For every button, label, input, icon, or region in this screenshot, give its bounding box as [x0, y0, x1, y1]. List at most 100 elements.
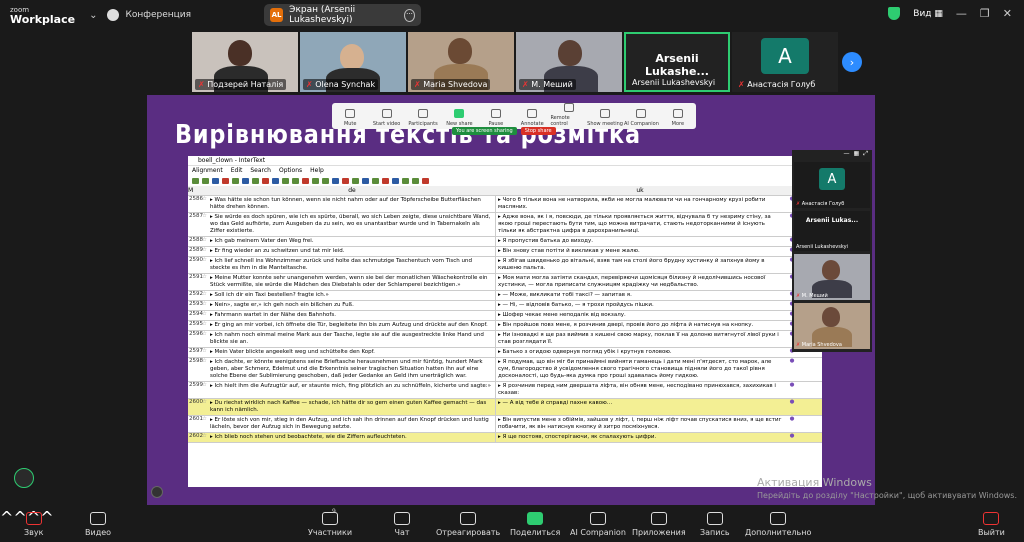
- tool-icon[interactable]: [322, 178, 329, 184]
- menu-options[interactable]: Options: [279, 166, 302, 176]
- alignment-row[interactable]: 2598 ☆ ▸ Ich dachte, er könnte wenigstens …: [188, 358, 822, 382]
- tool-icon[interactable]: [202, 178, 209, 184]
- tool-icon[interactable]: [382, 178, 389, 184]
- tool-icon[interactable]: [372, 178, 379, 184]
- tool-icon[interactable]: [292, 178, 299, 184]
- ai-companion-button[interactable]: AI Companion: [570, 508, 626, 537]
- tool-icon[interactable]: [212, 178, 219, 184]
- tool-icon[interactable]: [222, 178, 229, 184]
- tool-icon[interactable]: [312, 178, 319, 184]
- tool-icon[interactable]: [282, 178, 289, 184]
- tool-icon[interactable]: [422, 178, 429, 184]
- tb-show-meeting[interactable]: Show meeting: [587, 103, 623, 129]
- row-marker[interactable]: ●: [784, 433, 800, 442]
- tool-icon[interactable]: [352, 178, 359, 184]
- record-button[interactable]: Запись: [700, 508, 730, 537]
- participant-tile[interactable]: ✗ Olena Synchak: [300, 32, 406, 92]
- menu-edit[interactable]: Edit: [231, 166, 243, 176]
- participant-tile[interactable]: ✗ М. Меший: [516, 32, 622, 92]
- shield-icon[interactable]: [888, 7, 901, 20]
- chevron-up-icon[interactable]: ^: [0, 508, 13, 527]
- restore-icon[interactable]: ❐: [980, 7, 990, 20]
- tool-icon[interactable]: [192, 178, 199, 184]
- row-marker[interactable]: ●: [784, 399, 800, 415]
- tool-icon[interactable]: [252, 178, 259, 184]
- tool-icon[interactable]: [242, 178, 249, 184]
- side-tile[interactable]: Arsenii Lukas... Arsenii Lukashevskyi: [794, 211, 870, 251]
- menu-search[interactable]: Search: [250, 166, 271, 176]
- tb-ai-companion[interactable]: AI Companion: [623, 103, 659, 129]
- participants-button[interactable]: 9 Участники: [308, 508, 352, 537]
- grid-icon[interactable]: ▦: [854, 150, 860, 160]
- share-button[interactable]: Поделиться: [510, 508, 560, 537]
- tool-icon[interactable]: [302, 178, 309, 184]
- tool-icon[interactable]: [272, 178, 279, 184]
- tool-icon[interactable]: [342, 178, 349, 184]
- tb-annotate[interactable]: Annotate: [514, 103, 550, 129]
- tool-icon[interactable]: [232, 178, 239, 184]
- alignment-row[interactable]: 2588 ☆ ▸ Ich gab meinem Vater den Weg frei…: [188, 237, 822, 247]
- alignment-row[interactable]: 2586 ☆ ▸ Was hätte sie schon tun können, w…: [188, 196, 822, 213]
- alignment-row[interactable]: 2594 ☆ ▸ Fahrmann wartet in der Nähe des B…: [188, 311, 822, 321]
- alignment-row[interactable]: 2601 ☆ ▸ Er löste sich von mir, stieg in d…: [188, 416, 822, 433]
- side-tile[interactable]: ✗ Maria Shvedova: [794, 303, 870, 349]
- next-participants-button[interactable]: ›: [842, 52, 862, 72]
- tb-pause[interactable]: Pause: [478, 103, 514, 129]
- row-marker[interactable]: ●: [784, 358, 800, 381]
- minimize-icon[interactable]: —: [844, 150, 850, 160]
- tool-icon[interactable]: [392, 178, 399, 184]
- alignment-row[interactable]: 2600 ☆ ▸ Du riechst wirklich nach Kaffee —…: [188, 399, 822, 416]
- leave-button[interactable]: Выйти: [978, 508, 1005, 537]
- tb-participants[interactable]: Participants: [405, 103, 441, 129]
- screen-share-pill[interactable]: AL Экран (Arsenii Lukashevskyi) ···: [264, 4, 421, 26]
- participant-tile[interactable]: A ✗ Анастасія Голуб: [732, 32, 838, 92]
- react-button[interactable]: Отреагировать: [436, 508, 500, 537]
- row-marker[interactable]: ●: [784, 416, 800, 432]
- tb-remote-control[interactable]: Remote control: [550, 103, 586, 129]
- conference-menu[interactable]: Конференция: [107, 9, 191, 21]
- view-button[interactable]: Вид ▦: [913, 9, 943, 19]
- tb-more[interactable]: More: [660, 103, 696, 129]
- more-options-icon[interactable]: ···: [403, 8, 415, 22]
- alignment-row[interactable]: 2589 ☆ ▸ Er fing wieder an zu schwitzen un…: [188, 247, 822, 257]
- tool-icon[interactable]: [402, 178, 409, 184]
- close-icon[interactable]: ✕: [1003, 7, 1012, 20]
- alignment-row[interactable]: 2592 ☆ ▸ Soll ich dir ein Taxi bestellen? …: [188, 291, 822, 301]
- expand-icon[interactable]: ⤢: [863, 150, 868, 160]
- tool-icon[interactable]: [332, 178, 339, 184]
- row-marker[interactable]: ●: [784, 382, 800, 398]
- participant-tile[interactable]: ✗ Maria Shvedova: [408, 32, 514, 92]
- annotate-icon[interactable]: [14, 468, 34, 488]
- apps-button[interactable]: Приложения: [632, 508, 686, 537]
- alignment-row[interactable]: 2593 ☆ ▸ Nein», sagte er,» ich geh noch ei…: [188, 301, 822, 311]
- tool-icon[interactable]: [362, 178, 369, 184]
- alignment-row[interactable]: 2602 ☆ ▸ Ich blieb noch stehen und beobach…: [188, 433, 822, 443]
- tb-new-share[interactable]: New share: [441, 103, 477, 129]
- alignment-row[interactable]: 2596 ☆ ▸ Ich nahm noch einmal meine Mark a…: [188, 331, 822, 348]
- audio-button[interactable]: Звук: [24, 508, 43, 537]
- tb-mute[interactable]: Mute: [332, 103, 368, 129]
- alignment-row[interactable]: 2590 ☆ ▸ Ich lief schnell ins Wohnzimmer z…: [188, 257, 822, 274]
- stop-share-button[interactable]: Stop share: [520, 127, 556, 135]
- alignment-row[interactable]: 2599 ☆ ▸ Ich hielt ihm die Aufzugtür auf, …: [188, 382, 822, 399]
- participant-tile[interactable]: ✗ Подзерей Наталія: [192, 32, 298, 92]
- more-button[interactable]: Дополнительно: [745, 508, 811, 537]
- tool-icon[interactable]: [412, 178, 419, 184]
- menu-alignment[interactable]: Alignment: [192, 166, 223, 176]
- participant-tile-active[interactable]: Arsenii Lukashe... Arsenii Lukashevskyi: [624, 32, 730, 92]
- alignment-row[interactable]: 2587 ☆ ▸ Sie würde es doch spüren, wie ich…: [188, 213, 822, 237]
- tool-icon[interactable]: [262, 178, 269, 184]
- chevron-down-icon[interactable]: ⌄: [89, 10, 97, 21]
- tb-start-video[interactable]: Start video: [368, 103, 404, 129]
- alignment-row[interactable]: 2595 ☆ ▸ Er ging an mir vorbei, ich öffnet…: [188, 321, 822, 331]
- chat-button[interactable]: Чат: [394, 508, 410, 537]
- de-cell: ▸ Ich hielt ihm die Aufzugtür auf, er st…: [208, 382, 496, 398]
- video-button[interactable]: Видео: [85, 508, 111, 537]
- side-tile[interactable]: A ✗ Анастасія Голуб: [794, 162, 870, 208]
- minimize-icon[interactable]: —: [956, 7, 967, 20]
- alignment-row[interactable]: 2597 ☆ ▸ Mein Vater blickte angeekelt weg …: [188, 348, 822, 358]
- alignment-row[interactable]: 2591 ☆ ▸ Meine Mutter konnte sehr unangene…: [188, 274, 822, 291]
- side-tile[interactable]: ✗ М. Меший: [794, 254, 870, 300]
- pen-icon[interactable]: [151, 486, 163, 498]
- menu-help[interactable]: Help: [310, 166, 324, 176]
